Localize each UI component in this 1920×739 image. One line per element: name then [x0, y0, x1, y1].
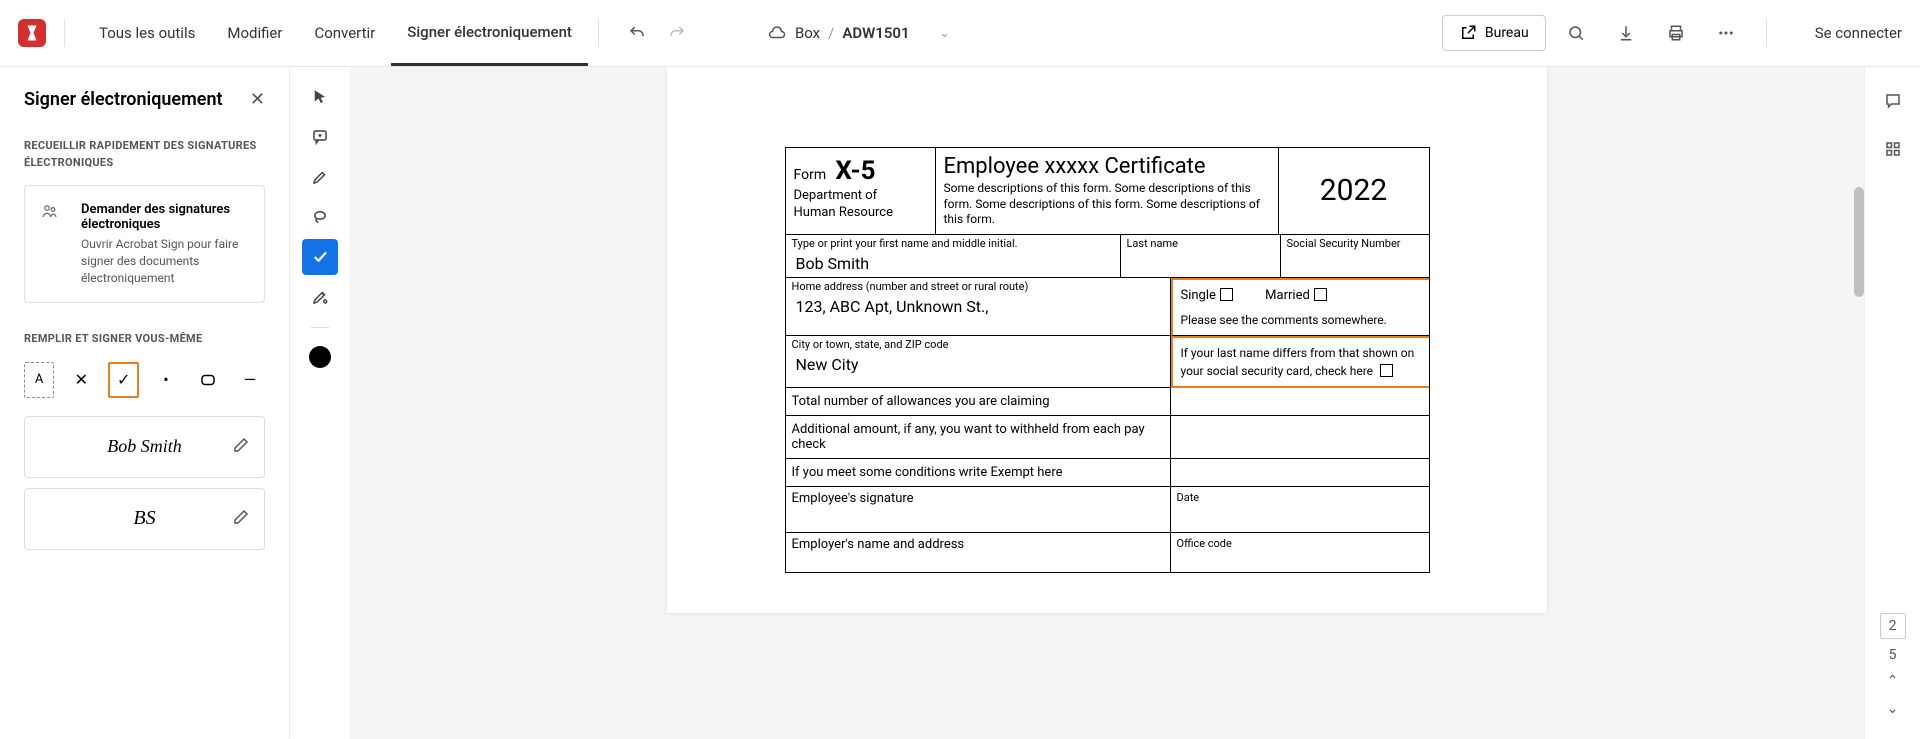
initials-preview: BS [133, 507, 155, 530]
ssn-label: Social Security Number [1287, 237, 1423, 250]
search-icon[interactable] [1566, 23, 1586, 43]
dept-line2: Human Resource [794, 205, 927, 220]
first-name-value[interactable]: Bob Smith [792, 250, 1114, 275]
nav-edit[interactable]: Modifier [211, 2, 298, 64]
pdf-page: Form X-5 Department of Human Resource Em… [667, 67, 1547, 613]
last-name-label: Last name [1127, 237, 1274, 250]
redo-icon[interactable] [667, 23, 687, 43]
login-button[interactable]: Se connecter [1815, 24, 1902, 42]
married-checkbox[interactable] [1314, 288, 1327, 301]
section-self-sign: REMPLIR ET SIGNER VOUS-MÊME [24, 331, 265, 348]
grid-panel-icon[interactable] [1883, 139, 1903, 159]
highlight-tool[interactable] [302, 159, 338, 195]
form-x5: Form X-5 Department of Human Resource Em… [785, 147, 1430, 573]
nav-sign[interactable]: Signer électroniquement [391, 1, 588, 66]
page-down-icon[interactable]: ⌄ [1883, 699, 1903, 719]
city-label: City or town, state, and ZIP code [792, 338, 1164, 351]
top-toolbar: Tous les outils Modifier Convertir Signe… [0, 0, 1920, 67]
single-label: Single [1181, 288, 1216, 303]
more-icon[interactable] [1716, 23, 1736, 43]
close-panel-icon[interactable]: ✕ [250, 89, 265, 110]
form-label: Form [794, 167, 827, 183]
nav-convert[interactable]: Convertir [298, 2, 391, 64]
line-tool[interactable]: — [235, 362, 265, 398]
form-code: X-5 [835, 156, 875, 186]
card-desc: Ouvrir Acrobat Sign pour faire signer de… [81, 236, 248, 286]
initials-box[interactable]: BS [24, 488, 265, 550]
checkmark-stamp-tool[interactable] [302, 239, 338, 275]
single-checkbox[interactable] [1220, 288, 1233, 301]
section-collect: RECUEILLIR RAPIDEMENT DES SIGNATURES ÉLE… [24, 138, 265, 171]
additional-label: Additional amount, if any, you want to w… [786, 416, 1171, 459]
request-signatures-card[interactable]: Demander des signatures électroniques Ou… [24, 185, 265, 303]
scrollbar-thumb[interactable] [1854, 187, 1864, 297]
esign-panel: Signer électroniquement ✕ RECUEILLIR RAP… [0, 67, 290, 739]
edit-signature-icon[interactable] [232, 436, 250, 458]
address-label: Home address (number and street or rural… [792, 280, 1164, 293]
text-field-tool[interactable]: A [24, 362, 54, 398]
comment-panel-icon[interactable] [1883, 91, 1903, 111]
color-picker[interactable] [309, 346, 331, 368]
office-label: Office code [1177, 537, 1423, 550]
print-icon[interactable] [1666, 23, 1686, 43]
right-sidebar: 2 5 ⌃ ⌄ [1864, 67, 1920, 739]
location-service: Box [795, 24, 820, 42]
name-differ-checkbox[interactable] [1380, 364, 1393, 377]
dot-tool[interactable]: • [151, 362, 181, 398]
annotation-tool-strip [290, 67, 350, 739]
dept-line1: Department of [794, 188, 927, 203]
panel-title: Signer électroniquement [24, 89, 223, 110]
card-title: Demander des signatures électroniques [81, 202, 248, 232]
city-value[interactable]: New City [792, 351, 1164, 376]
form-title: Employee xxxxx Certificate [944, 154, 1270, 179]
signature-label: Employee's signature [786, 487, 1171, 533]
marital-box: Single Married Please see the comments s… [1171, 278, 1429, 337]
married-label: Married [1265, 288, 1310, 303]
employer-label: Employer's name and address [786, 533, 1171, 572]
date-label: Date [1177, 491, 1423, 504]
edit-initials-icon[interactable] [232, 508, 250, 530]
total-pages: 5 [1889, 647, 1897, 663]
people-icon [41, 202, 69, 222]
nav-all-tools[interactable]: Tous les outils [83, 2, 211, 64]
cloud-icon [767, 23, 787, 43]
first-name-label: Type or print your first name and middle… [792, 237, 1114, 250]
name-differ-box: If your last name differs from that show… [1171, 336, 1429, 388]
download-icon[interactable] [1616, 23, 1636, 43]
checkmark-tool[interactable]: ✓ [108, 362, 139, 398]
signature-preview: Bob Smith [107, 436, 182, 457]
chevron-down-icon[interactable]: ⌄ [940, 26, 950, 40]
allowances-label: Total number of allowances you are claim… [786, 388, 1171, 416]
lasso-tool[interactable] [302, 199, 338, 235]
page-navigator: 2 5 ⌃ ⌄ [1865, 613, 1920, 719]
form-year: 2022 [1279, 148, 1429, 234]
open-desktop-button[interactable]: Bureau [1442, 15, 1546, 51]
document-viewport[interactable]: Form X-5 Department of Human Resource Em… [350, 67, 1864, 739]
marital-note: Please see the comments somewhere. [1181, 311, 1421, 329]
undo-icon[interactable] [627, 23, 647, 43]
current-page[interactable]: 2 [1880, 613, 1906, 639]
page-up-icon[interactable]: ⌃ [1883, 671, 1903, 691]
signature-box[interactable]: Bob Smith [24, 416, 265, 478]
sign-tool[interactable] [302, 279, 338, 315]
form-description: Some descriptions of this form. Some des… [944, 181, 1270, 228]
cross-tool[interactable]: ✕ [66, 362, 96, 398]
document-name: ADW1501 [842, 24, 909, 42]
circle-tool[interactable] [193, 362, 223, 398]
app-logo [18, 19, 46, 47]
pointer-tool[interactable] [302, 79, 338, 115]
document-location[interactable]: Box / ADW1501 ⌄ [757, 23, 950, 43]
exempt-label: If you meet some conditions write Exempt… [786, 459, 1171, 487]
address-value[interactable]: 123, ABC Apt, Unknown St., [792, 293, 1164, 318]
comment-tool[interactable] [302, 119, 338, 155]
